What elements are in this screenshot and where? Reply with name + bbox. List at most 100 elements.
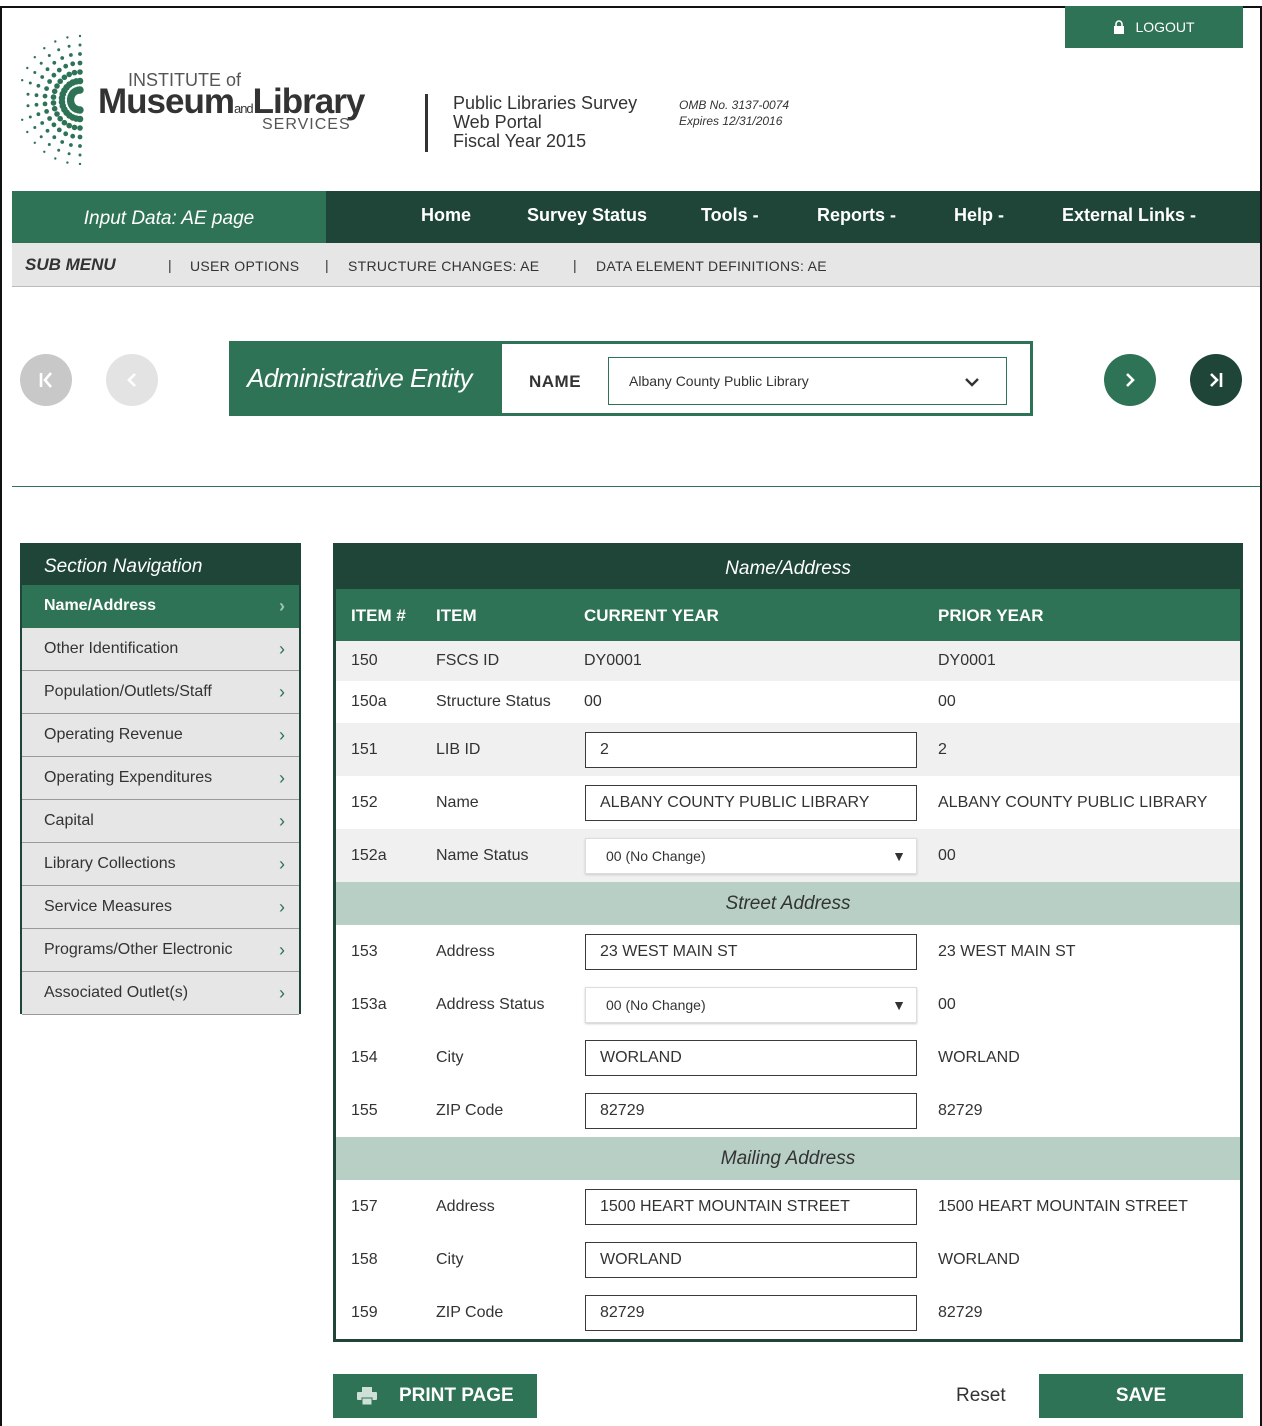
entity-title: Administrative Entity xyxy=(232,344,502,413)
section-nav-item[interactable]: Name/Address › xyxy=(22,585,299,628)
item-label: ZIP Code xyxy=(436,1304,504,1321)
item-number: 154 xyxy=(351,1049,378,1066)
table-row: 151 LIB ID 2 2 xyxy=(336,723,1240,776)
save-button[interactable]: SAVE xyxy=(1039,1374,1243,1418)
nav-home[interactable]: Home xyxy=(421,205,471,226)
current-year-input[interactable]: 23 WEST MAIN ST xyxy=(585,934,917,970)
chevron-right-icon: › xyxy=(279,596,285,616)
current-year-input[interactable]: ALBANY COUNTY PUBLIC LIBRARY xyxy=(585,785,917,821)
section-nav-label: Programs/Other Electronic xyxy=(44,941,233,958)
current-year-input[interactable]: 82729 xyxy=(585,1295,917,1331)
section-nav-item[interactable]: Operating Revenue › xyxy=(22,714,299,757)
chevron-right-icon: › xyxy=(279,639,285,659)
table-row: 155 ZIP Code 82729 82729 xyxy=(336,1084,1240,1137)
prior-year-value: 00 xyxy=(938,996,956,1013)
item-label: Name Status xyxy=(436,847,529,864)
item-number: 153 xyxy=(351,943,378,960)
starburst-icon xyxy=(21,34,84,165)
table-row: 157 Address 1500 HEART MOUNTAIN STREET 1500… xyxy=(336,1180,1240,1233)
chevron-right-icon xyxy=(1126,373,1135,387)
current-year-input[interactable]: WORLAND xyxy=(585,1040,917,1076)
dropdown-arrow-icon: ▼ xyxy=(892,848,906,864)
item-number: 150 xyxy=(351,652,378,669)
chevron-right-icon: › xyxy=(279,983,285,1003)
status-select[interactable]: 00 (No Change) ▼ xyxy=(585,838,917,874)
logout-label: LOGOUT xyxy=(1135,19,1195,35)
table-header: ITEM # ITEM CURRENT YEAR PRIOR YEAR xyxy=(336,589,1240,641)
dropdown-arrow-icon: ▼ xyxy=(892,997,906,1013)
chevron-right-icon: › xyxy=(279,854,285,874)
table-row: 153 Address 23 WEST MAIN ST 23 WEST MAIN ST xyxy=(336,925,1240,978)
prior-year-value: 1500 HEART MOUNTAIN STREET xyxy=(938,1198,1188,1215)
item-label: Address xyxy=(436,943,495,960)
prior-year-value: WORLAND xyxy=(938,1251,1020,1268)
imls-logo: INSTITUTE of MuseumandLibrary SERVICES xyxy=(18,30,378,165)
item-label: City xyxy=(436,1251,464,1268)
mailing-address-header: Mailing Address xyxy=(336,1137,1240,1180)
nav-tools[interactable]: Tools - xyxy=(701,205,759,226)
street-address-header: Street Address xyxy=(336,882,1240,925)
sub-link-structure-changes[interactable]: STRUCTURE CHANGES: AE xyxy=(348,258,539,274)
chevron-right-icon: › xyxy=(279,725,285,745)
prior-year-value: 82729 xyxy=(938,1304,983,1321)
table-row: 152 Name ALBANY COUNTY PUBLIC LIBRARY ALBAN… xyxy=(336,776,1240,829)
entity-selected-value: Albany County Public Library xyxy=(629,373,809,389)
nav-external-links[interactable]: External Links - xyxy=(1062,205,1196,226)
current-year-input[interactable]: WORLAND xyxy=(585,1242,917,1278)
section-nav-label: Associated Outlet(s) xyxy=(44,984,189,1001)
current-year-input[interactable]: 2 xyxy=(585,732,917,768)
item-label: Structure Status xyxy=(436,693,551,710)
col-current-year: CURRENT YEAR xyxy=(584,606,719,625)
item-label: LIB ID xyxy=(436,741,481,758)
chevron-right-icon: › xyxy=(279,811,285,831)
table-row: 150a Structure Status 00 00 xyxy=(336,681,1240,723)
section-nav-label: Operating Expenditures xyxy=(44,769,213,786)
print-page-button[interactable]: PRINT PAGE xyxy=(333,1374,537,1418)
section-nav-item[interactable]: Operating Expenditures › xyxy=(22,757,299,800)
item-label: Address xyxy=(436,1198,495,1215)
last-record-button[interactable] xyxy=(1190,354,1242,406)
col-item: ITEM xyxy=(436,606,477,625)
sub-separator: | xyxy=(168,257,172,273)
sub-link-data-element-definitions[interactable]: DATA ELEMENT DEFINITIONS: AE xyxy=(596,258,827,274)
sub-link-user-options[interactable]: USER OPTIONS xyxy=(190,258,299,274)
prior-year-value: DY0001 xyxy=(938,652,996,669)
section-nav-item[interactable]: Other Identification › xyxy=(22,628,299,671)
logo-services: SERVICES xyxy=(262,116,351,133)
nav-help[interactable]: Help - xyxy=(954,205,1004,226)
divider xyxy=(12,486,1260,487)
panel-title: Name/Address xyxy=(336,546,1240,589)
section-nav-item[interactable]: Population/Outlets/Staff › xyxy=(22,671,299,714)
first-icon xyxy=(39,372,52,388)
next-record-button[interactable] xyxy=(1104,354,1156,406)
first-record-button[interactable] xyxy=(20,354,72,406)
nav-reports[interactable]: Reports - xyxy=(817,205,896,226)
input-data-label: Input Data: AE page xyxy=(12,191,326,243)
section-nav-item[interactable]: Capital › xyxy=(22,800,299,843)
entity-name-select[interactable]: Albany County Public Library xyxy=(608,357,1007,405)
nav-survey-status[interactable]: Survey Status xyxy=(527,205,647,226)
status-select[interactable]: 00 (No Change) ▼ xyxy=(585,987,917,1023)
section-nav-item[interactable]: Programs/Other Electronic › xyxy=(22,929,299,972)
logout-button[interactable]: LOGOUT xyxy=(1065,6,1243,48)
section-nav-item[interactable]: Associated Outlet(s) › xyxy=(22,972,299,1015)
current-year-input[interactable]: 82729 xyxy=(585,1093,917,1129)
item-number: 151 xyxy=(351,741,378,758)
table-row: 152a Name Status 00 (No Change) ▼ 00 xyxy=(336,829,1240,882)
section-nav-item[interactable]: Service Measures › xyxy=(22,886,299,929)
prior-year-value: 82729 xyxy=(938,1102,983,1119)
table-row: 158 City WORLAND WORLAND xyxy=(336,1233,1240,1286)
current-year-input[interactable]: 1500 HEART MOUNTAIN STREET xyxy=(585,1189,917,1225)
section-nav-label: Population/Outlets/Staff xyxy=(44,683,212,700)
section-nav-item[interactable]: Library Collections › xyxy=(22,843,299,886)
reset-link[interactable]: Reset xyxy=(956,1385,1006,1407)
item-number: 158 xyxy=(351,1251,378,1268)
section-nav-label: Operating Revenue xyxy=(44,726,183,743)
previous-record-button[interactable] xyxy=(106,354,158,406)
item-label: ZIP Code xyxy=(436,1102,504,1119)
prior-year-value: 23 WEST MAIN ST xyxy=(938,943,1076,960)
table-row: 154 City WORLAND WORLAND xyxy=(336,1031,1240,1084)
section-nav-label: Library Collections xyxy=(44,855,176,872)
sub-separator: | xyxy=(573,257,577,273)
name-address-panel: Name/Address ITEM # ITEM CURRENT YEAR PR… xyxy=(333,543,1243,1342)
